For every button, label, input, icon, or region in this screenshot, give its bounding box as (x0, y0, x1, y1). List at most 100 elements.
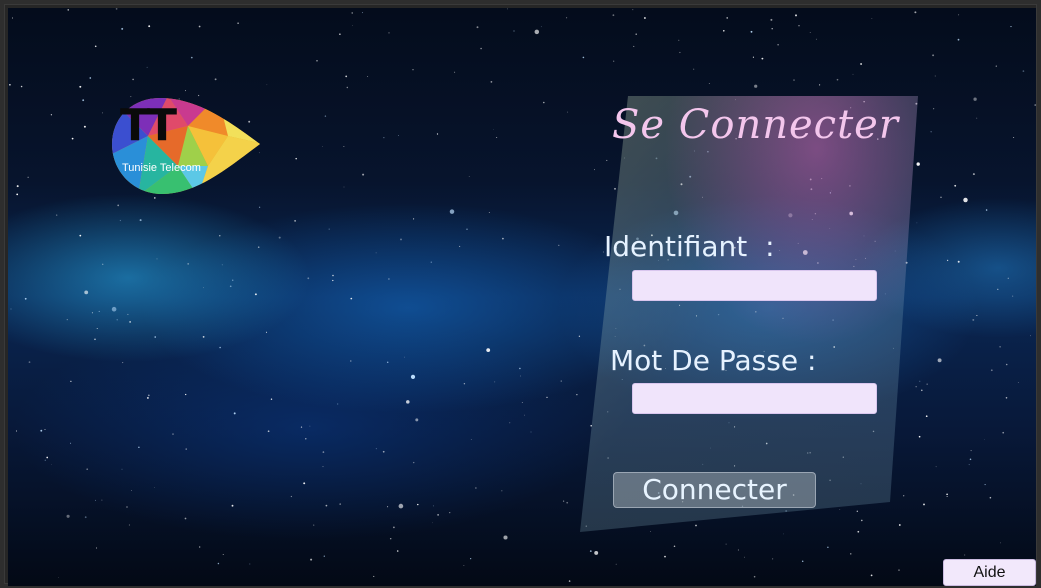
star (957, 38, 960, 41)
star (568, 580, 571, 582)
star (708, 82, 710, 84)
star (985, 209, 988, 211)
star (146, 66, 148, 68)
star (562, 500, 565, 502)
star (1013, 136, 1015, 138)
connect-button[interactable]: Connecter (613, 472, 816, 508)
star (871, 18, 873, 19)
star (1005, 363, 1008, 366)
star (976, 117, 978, 119)
star (351, 12, 353, 14)
star (594, 550, 599, 555)
star (801, 560, 804, 562)
star (946, 496, 948, 497)
star (914, 11, 917, 14)
star (44, 429, 46, 431)
star (1012, 295, 1014, 297)
help-button[interactable]: Aide (943, 559, 1036, 586)
star (307, 277, 310, 280)
star (976, 314, 978, 317)
star (1000, 542, 1001, 544)
star (266, 84, 268, 86)
star (322, 451, 325, 453)
star (295, 157, 297, 160)
star (972, 173, 975, 176)
star (217, 562, 220, 565)
star (777, 44, 779, 46)
star (94, 45, 97, 48)
star (783, 533, 784, 535)
star (752, 56, 754, 58)
star (494, 381, 496, 383)
star (101, 499, 103, 501)
star (635, 33, 637, 35)
star (972, 318, 975, 321)
star (798, 25, 800, 27)
star (98, 310, 100, 312)
star (16, 193, 19, 196)
star (310, 558, 313, 561)
star (678, 39, 680, 41)
star (122, 362, 124, 364)
star (146, 396, 149, 399)
star (154, 336, 156, 338)
star (67, 9, 69, 11)
star (10, 308, 12, 310)
star (432, 505, 434, 507)
star (463, 383, 466, 385)
star (530, 431, 532, 433)
star (172, 433, 174, 435)
star (96, 547, 98, 549)
star (121, 27, 124, 30)
star (20, 85, 23, 88)
star (339, 503, 341, 505)
star (449, 511, 451, 514)
star (40, 429, 43, 432)
star (84, 516, 87, 519)
star (126, 506, 128, 508)
star (387, 506, 389, 508)
star (184, 517, 187, 520)
star (524, 414, 525, 416)
star (437, 514, 439, 516)
username-input[interactable] (632, 270, 877, 301)
star (898, 569, 900, 571)
star (1002, 431, 1005, 434)
star (362, 173, 365, 176)
star (50, 114, 53, 116)
star (128, 524, 130, 526)
star (199, 546, 201, 548)
star (496, 137, 498, 138)
star (294, 219, 297, 222)
star (754, 84, 758, 88)
star (919, 380, 921, 382)
star (632, 9, 634, 11)
star (290, 495, 293, 498)
star (970, 450, 972, 452)
logo-brand-name: Tunisie Telecom (122, 162, 201, 174)
star (964, 554, 966, 556)
star (957, 260, 960, 263)
star (303, 482, 306, 485)
star (973, 97, 977, 101)
star (388, 278, 390, 280)
star (475, 487, 477, 489)
star (417, 503, 419, 506)
star (693, 68, 695, 70)
star (203, 287, 204, 289)
star (339, 33, 341, 35)
password-input[interactable] (632, 383, 877, 414)
star (933, 108, 935, 110)
star (222, 553, 224, 555)
star (490, 81, 493, 83)
star (323, 555, 325, 557)
star (486, 348, 491, 352)
star (925, 415, 928, 418)
star (566, 501, 569, 504)
star (540, 26, 542, 28)
star (350, 360, 352, 362)
star (233, 412, 236, 415)
star (400, 238, 402, 241)
star (278, 236, 281, 239)
star (398, 503, 404, 509)
